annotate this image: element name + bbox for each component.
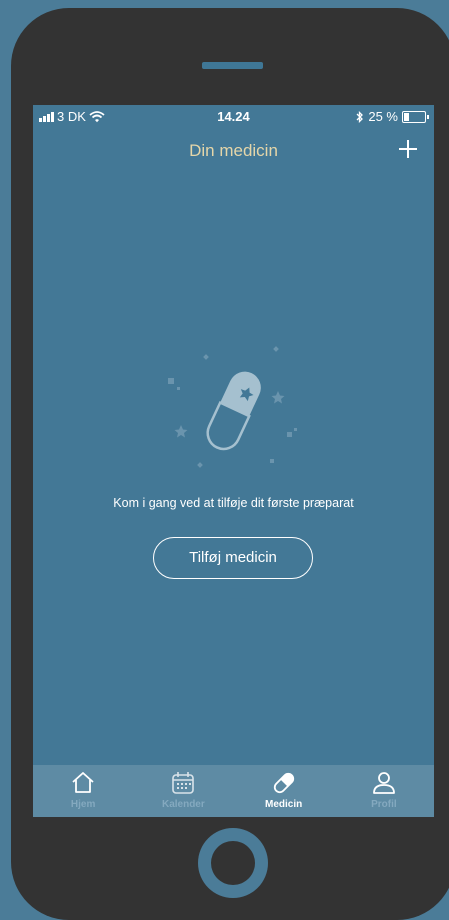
tab-bar: Hjem Kalender Medicin Profil [33, 765, 434, 817]
pill-illustration [168, 346, 297, 468]
tab-profile[interactable]: Profil [334, 765, 434, 817]
page-title: Din medicin [189, 141, 278, 160]
tab-medicine[interactable]: Medicin [234, 765, 334, 817]
bluetooth-icon [356, 110, 364, 123]
tab-home-label: Hjem [70, 799, 96, 810]
home-icon [72, 772, 94, 793]
profile-icon [372, 772, 395, 794]
tab-home[interactable]: Hjem [33, 765, 133, 817]
empty-state-message: Kom i gang ved at tilføje dit første præ… [113, 496, 354, 510]
tab-medicine-label: Medicin [265, 799, 303, 810]
battery-icon [402, 110, 429, 123]
nav-bar: Din medicin [33, 135, 434, 167]
add-icon[interactable] [396, 137, 420, 161]
tab-calendar-label: Kalender [161, 799, 205, 810]
calendar-icon [172, 772, 195, 794]
phone-speaker [202, 62, 263, 69]
app-screen: 3 DK 14.24 25 % Din medicin Kom i gang v… [33, 105, 434, 817]
phone-home-button[interactable] [198, 828, 268, 898]
pill-icon [273, 772, 294, 794]
status-bar: 3 DK 14.24 25 % [33, 105, 434, 127]
add-medicine-button[interactable]: Tilføj medicin [153, 537, 313, 579]
battery-percentage: 25 % [368, 109, 398, 124]
tab-profile-label: Profil [371, 799, 397, 810]
tab-calendar[interactable]: Kalender [133, 765, 233, 817]
